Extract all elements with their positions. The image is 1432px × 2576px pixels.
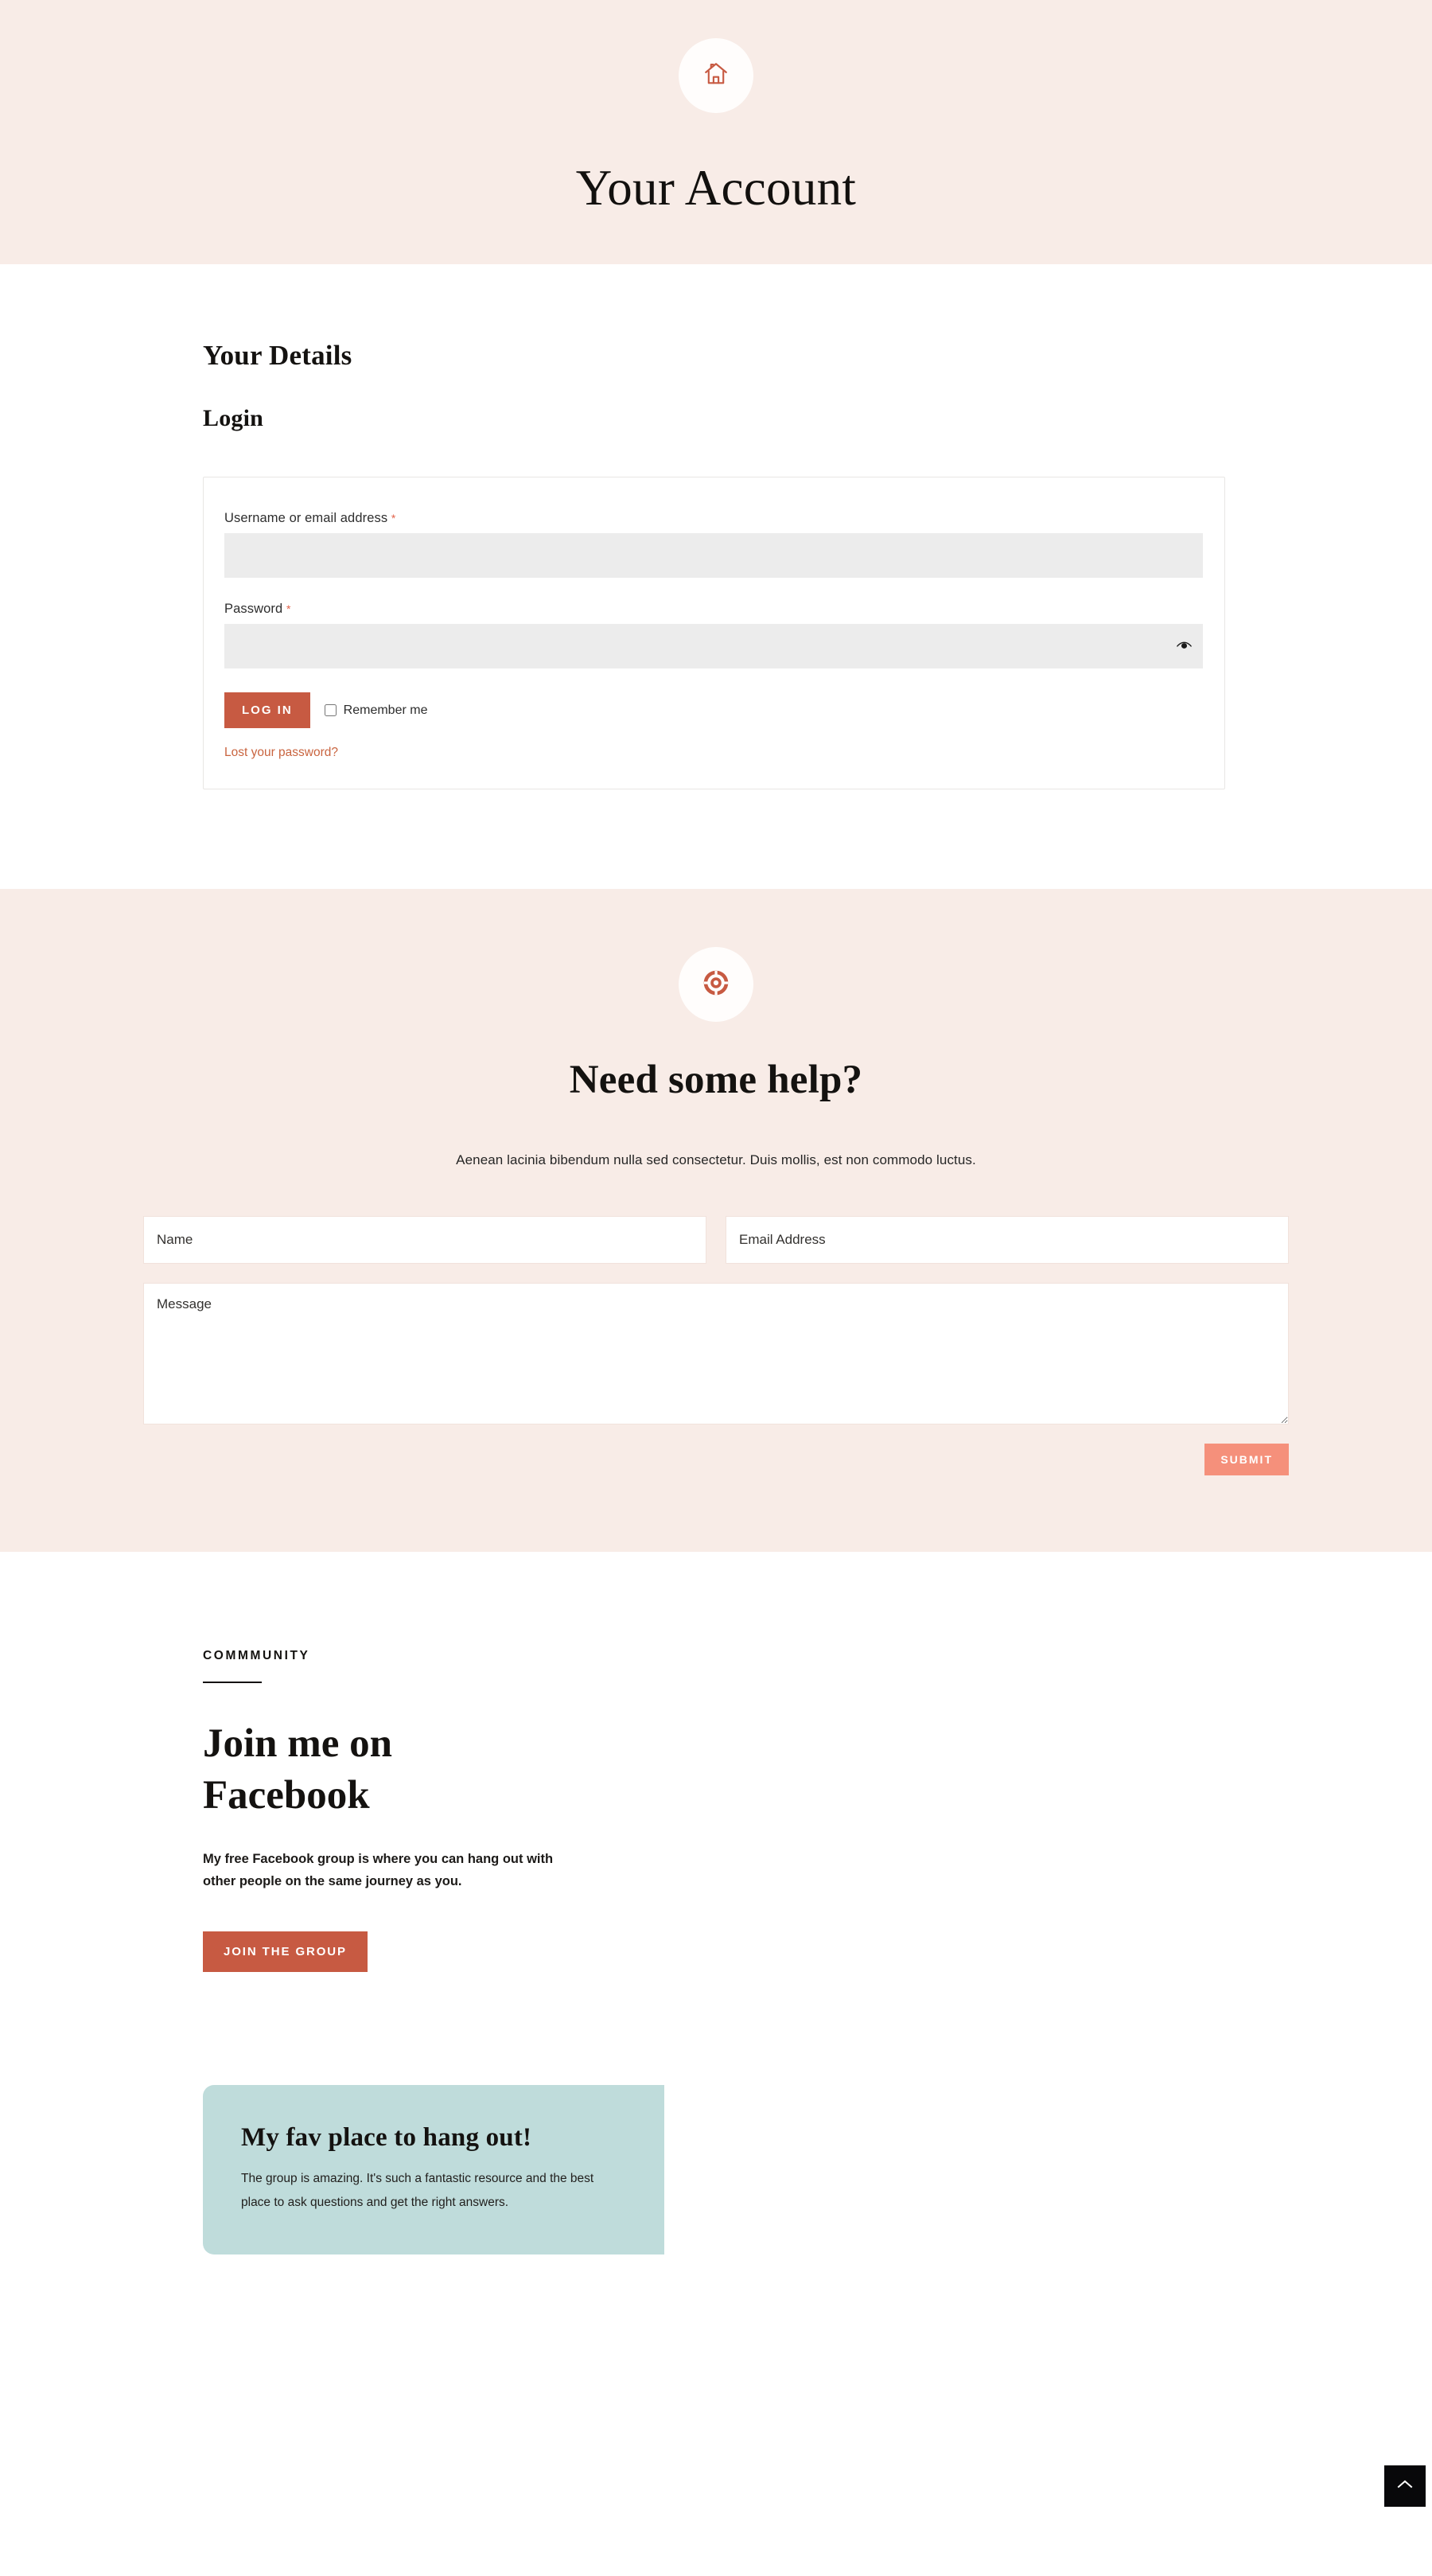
username-field-group: Username or email address * xyxy=(224,511,1204,578)
contact-form: SUBMIT xyxy=(143,1216,1289,1475)
username-input[interactable] xyxy=(224,533,1203,578)
contact-email-input[interactable] xyxy=(726,1216,1289,1264)
join-the-group-button[interactable]: JOIN THE GROUP xyxy=(203,1931,368,1973)
lost-password-link[interactable]: Lost your password? xyxy=(224,746,338,760)
required-asterisk: * xyxy=(286,602,291,615)
contact-message-input[interactable] xyxy=(143,1283,1289,1424)
username-label-text: Username or email address xyxy=(224,511,388,525)
required-asterisk: * xyxy=(391,512,396,524)
help-description: Aenean lacinia bibendum nulla sed consec… xyxy=(456,1152,976,1167)
lifebuoy-icon xyxy=(702,969,730,1000)
login-actions-row: LOG IN Remember me xyxy=(224,692,1204,728)
help-heading: Need some help? xyxy=(569,1058,863,1102)
contact-submit-row: SUBMIT xyxy=(143,1444,1289,1475)
testimonial-title: My fav place to hang out! xyxy=(241,2123,532,2152)
log-in-button[interactable]: LOG IN xyxy=(224,692,310,728)
community-section: COMMMUNITY Join me on Facebook My free F… xyxy=(0,1552,1432,2576)
remember-me-checkbox[interactable]: Remember me xyxy=(324,703,428,718)
details-heading: Your Details xyxy=(203,340,352,371)
home-icon xyxy=(702,60,730,92)
remember-me-label: Remember me xyxy=(343,703,428,717)
login-heading: Login xyxy=(203,405,264,431)
eye-icon[interactable] xyxy=(1177,641,1192,652)
contact-name-input[interactable] xyxy=(143,1216,706,1264)
password-field-group: Password * xyxy=(224,602,1204,668)
community-heading: Join me on Facebook xyxy=(203,1721,393,1818)
remember-me-input[interactable] xyxy=(324,704,337,716)
login-form: Username or email address * Password * L… xyxy=(203,477,1225,789)
need-help-section: Need some help? Aenean lacinia bibendum … xyxy=(0,889,1432,1552)
contact-name-email-row xyxy=(143,1216,1289,1264)
page-title: Your Account xyxy=(575,160,857,216)
submit-button[interactable]: SUBMIT xyxy=(1204,1444,1289,1475)
community-eyebrow: COMMMUNITY xyxy=(203,1649,310,1662)
password-input[interactable] xyxy=(224,624,1203,668)
testimonial-card: My fav place to hang out! The group is a… xyxy=(203,2085,664,2255)
username-label: Username or email address * xyxy=(224,511,1204,526)
password-input-wrapper xyxy=(224,624,1203,668)
password-label: Password * xyxy=(224,602,1204,617)
eyebrow-divider xyxy=(203,1682,262,1683)
scroll-to-top-button[interactable] xyxy=(1384,2465,1426,2507)
password-label-text: Password xyxy=(224,602,283,616)
page-hero: Your Account xyxy=(0,0,1432,264)
testimonial-text: The group is amazing. It's such a fantas… xyxy=(241,2172,594,2210)
your-details-section: Your Details Login Username or email add… xyxy=(0,264,1432,889)
chevron-up-icon xyxy=(1397,2479,1413,2493)
community-body-text: My free Facebook group is where you can … xyxy=(203,1851,554,1889)
help-icon-badge xyxy=(679,947,753,1022)
hero-icon-badge xyxy=(679,38,753,113)
